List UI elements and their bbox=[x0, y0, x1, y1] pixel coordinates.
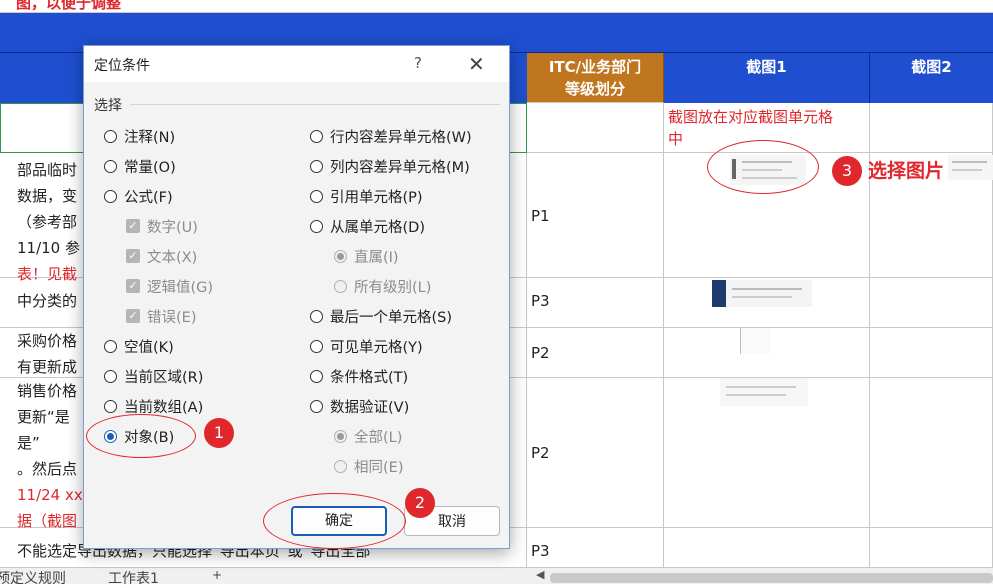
radio-icon bbox=[310, 399, 323, 413]
checkbox-checked-icon: ✓ bbox=[126, 249, 140, 263]
radio-disabled-selected-icon bbox=[334, 249, 347, 263]
radio-icon bbox=[104, 159, 117, 173]
option-conditional-formats[interactable]: 条件格式(T) bbox=[310, 366, 408, 386]
picture-thumbnail[interactable] bbox=[720, 378, 808, 406]
option-current-region[interactable]: 当前区域(R) bbox=[104, 366, 203, 386]
row3-shot2[interactable] bbox=[870, 328, 993, 378]
row2-level[interactable]: P3 bbox=[527, 278, 664, 328]
option-row-differences[interactable]: 行内容差异单元格(W) bbox=[310, 126, 472, 146]
row5-shot1[interactable] bbox=[664, 528, 870, 568]
level-header-cell[interactable]: ITC/业务部门 等级划分 bbox=[527, 53, 664, 103]
radio-icon bbox=[104, 399, 117, 413]
option-all-levels: 所有级别(L) bbox=[334, 276, 431, 296]
help-icon[interactable]: ? bbox=[414, 54, 422, 72]
option-text: ✓ 文本(X) bbox=[126, 246, 197, 266]
annotation-badge-3: 3 bbox=[832, 156, 862, 186]
option-current-array[interactable]: 当前数组(A) bbox=[104, 396, 203, 416]
radio-icon bbox=[310, 219, 323, 233]
option-data-validation[interactable]: 数据验证(V) bbox=[310, 396, 409, 416]
dialog-title: 定位条件 bbox=[94, 58, 150, 74]
option-numbers: ✓ 数字(U) bbox=[126, 216, 198, 236]
annotation-ellipse-2 bbox=[263, 493, 406, 549]
option-dependents[interactable]: 从属单元格(D) bbox=[310, 216, 425, 236]
option-logicals: ✓ 逻辑值(G) bbox=[126, 276, 213, 296]
annotation-badge-1: 1 bbox=[204, 418, 234, 448]
picture-thumbnail[interactable] bbox=[740, 328, 771, 354]
annotation-ellipse-3 bbox=[707, 140, 819, 194]
close-icon[interactable]: ✕ bbox=[468, 52, 485, 76]
radio-icon bbox=[310, 369, 323, 383]
option-constants[interactable]: 常量(O) bbox=[104, 156, 176, 176]
radio-disabled-selected-icon bbox=[334, 429, 347, 443]
picture-thumbnail[interactable] bbox=[948, 155, 993, 180]
option-precedents[interactable]: 引用单元格(P) bbox=[310, 186, 423, 206]
row5-shot2[interactable] bbox=[870, 528, 993, 568]
row2-shot2[interactable] bbox=[870, 278, 993, 328]
shot2-header-cell[interactable]: 截图2 bbox=[870, 53, 993, 103]
radio-icon bbox=[310, 309, 323, 323]
radio-icon bbox=[310, 339, 323, 353]
annotation-ellipse-1 bbox=[86, 414, 196, 458]
dialog-titlebar[interactable]: 定位条件 ? ✕ bbox=[84, 46, 509, 82]
horizontal-scrollbar[interactable] bbox=[550, 573, 993, 583]
sheet-tab-predefined[interactable]: 预定义规则 bbox=[0, 568, 66, 588]
option-validation-all: 全部(L) bbox=[334, 426, 402, 446]
option-formulas[interactable]: 公式(F) bbox=[104, 186, 173, 206]
annotation-badge-2: 2 bbox=[405, 488, 435, 518]
option-blanks[interactable]: 空值(K) bbox=[104, 336, 174, 356]
row4-level[interactable]: P2 bbox=[527, 378, 664, 528]
checkbox-checked-icon: ✓ bbox=[126, 309, 140, 323]
option-comments[interactable]: 注释(N) bbox=[104, 126, 175, 146]
radio-icon bbox=[104, 129, 117, 143]
checkbox-checked-icon: ✓ bbox=[126, 219, 140, 233]
option-last-cell[interactable]: 最后一个单元格(S) bbox=[310, 306, 452, 326]
row4-shot2[interactable] bbox=[870, 378, 993, 528]
radio-icon bbox=[310, 189, 323, 203]
option-column-differences[interactable]: 列内容差异单元格(M) bbox=[310, 156, 470, 176]
group-label: 选择 bbox=[94, 98, 122, 114]
option-validation-same: 相同(E) bbox=[334, 456, 403, 476]
level-header-line2: 等级划分 bbox=[564, 80, 625, 98]
radio-icon bbox=[310, 159, 323, 173]
note-row-level[interactable] bbox=[527, 103, 664, 153]
row1-level[interactable]: P1 bbox=[527, 153, 664, 278]
goto-special-dialog: 定位条件 ? ✕ 选择 注释(N) 常量(O) 公式(F) ✓ 数字(U) ✓ 文本… bbox=[83, 45, 510, 549]
radio-icon bbox=[310, 129, 323, 143]
add-sheet-button[interactable]: + bbox=[212, 568, 222, 582]
radio-icon bbox=[104, 339, 117, 353]
picture-thumbnail[interactable] bbox=[712, 280, 812, 307]
radio-disabled-icon bbox=[334, 459, 347, 473]
scroll-left-icon[interactable]: ◀ bbox=[536, 568, 544, 581]
option-direct-only: 直属(I) bbox=[334, 246, 399, 266]
shot1-header-cell[interactable]: 截图1 bbox=[664, 53, 870, 103]
group-divider bbox=[130, 104, 500, 105]
checkbox-checked-icon: ✓ bbox=[126, 279, 140, 293]
sheet-tab-sheet1[interactable]: 工作表1 bbox=[108, 568, 159, 588]
row5-level[interactable]: P3 bbox=[527, 528, 664, 568]
option-visible-cells[interactable]: 可见单元格(Y) bbox=[310, 336, 423, 356]
note-row-shot2[interactable] bbox=[870, 103, 993, 153]
radio-disabled-icon bbox=[334, 279, 347, 293]
radio-icon bbox=[104, 189, 117, 203]
option-errors: ✓ 错误(E) bbox=[126, 306, 196, 326]
row3-level[interactable]: P2 bbox=[527, 328, 664, 378]
radio-icon bbox=[104, 369, 117, 383]
annotation-select-picture: 选择图片 bbox=[868, 160, 945, 182]
